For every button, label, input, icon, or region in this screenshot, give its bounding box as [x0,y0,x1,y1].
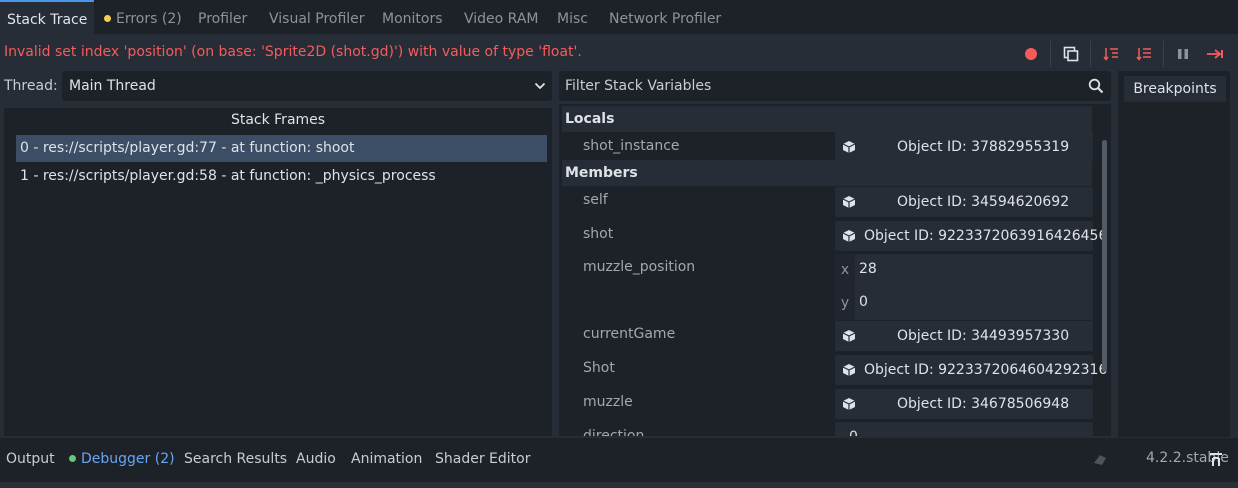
object-cube-icon [842,141,856,153]
toolbar-divider [1163,41,1164,67]
continue-icon [1207,49,1223,59]
search-icon[interactable] [1088,78,1104,94]
stack-variables-inspector: Locals shot_instance Object ID: 37882955… [559,104,1111,436]
property-value-object[interactable]: Object ID: 37882955319 [835,132,1093,162]
status-dot-icon [69,455,76,462]
step-into-icon [1103,48,1118,61]
copy-icon [1063,46,1079,62]
record-icon [1025,48,1037,60]
expand-panel-icon[interactable] [1208,452,1224,468]
members-section-header[interactable]: Members [562,160,1092,186]
breakpoints-header[interactable]: Breakpoints [1124,76,1226,102]
copy-error-button[interactable] [1058,41,1084,67]
bottom-tab-audio[interactable]: Audio [296,451,336,467]
step-over-icon [1136,48,1151,61]
property-value-object[interactable]: Object ID: 34493957330 [835,321,1093,351]
bottom-tab-output[interactable]: Output [6,451,55,467]
object-cube-icon [842,330,856,342]
property-value-number[interactable]: 0 [835,422,1093,436]
thread-select[interactable]: Main Thread [62,71,552,101]
object-cube-icon [842,196,856,208]
property-value-object[interactable]: Object ID: 9223372063916426456 [835,221,1107,251]
property-name: shot_instance [583,138,680,154]
inspector-scrollbar[interactable] [1102,140,1107,372]
breakpoints-panel: Breakpoints [1118,71,1230,437]
update-spinner-icon [1094,455,1106,465]
property-name: muzzle [583,394,633,410]
stack-frame-item[interactable]: 1 - res://scripts/player.gd:58 - at func… [16,163,547,190]
error-message: Invalid set index 'position' (on base: '… [4,44,582,60]
locals-section-header[interactable]: Locals [562,106,1092,132]
toolbar-divider [1090,41,1091,67]
vector-x-field[interactable]: x 28 [835,254,1093,287]
axis-y-label: y [835,287,855,320]
thread-select-value: Main Thread [69,78,156,94]
tab-monitors[interactable]: Monitors [382,0,443,34]
stack-frame-item[interactable]: 0 - res://scripts/player.gd:77 - at func… [16,135,547,162]
step-over-button[interactable] [1131,41,1157,67]
vector-y-field[interactable]: y 0 [835,287,1093,320]
property-name: currentGame [583,326,676,342]
tab-network-profiler[interactable]: Network Profiler [609,0,721,34]
tab-video-ram[interactable]: Video RAM [464,0,539,34]
property-value-object[interactable]: Object ID: 9223372064604292316 [835,355,1107,385]
object-cube-icon [842,398,856,410]
property-value-object[interactable]: Object ID: 34594620692 [835,187,1093,217]
stack-trace-panel: Invalid set index 'position' (on base: '… [0,34,1238,438]
property-name: direction [583,428,645,436]
chevron-down-icon [534,82,546,90]
property-value-object[interactable]: Object ID: 34678506948 [835,389,1093,419]
thread-label: Thread: [4,78,58,94]
object-cube-icon [842,364,856,376]
vector-x-value: 28 [859,261,877,277]
property-name: muzzle_position [583,259,696,275]
axis-x-label: x [835,254,855,287]
vector-y-value: 0 [859,294,868,310]
window-bottom-edge [0,482,1238,488]
tab-stack-trace[interactable]: Stack Trace [0,0,95,34]
tab-profiler[interactable]: Profiler [198,0,247,34]
debugger-tab-bar: Stack Trace Errors (2) Profiler Visual P… [0,0,1238,34]
continue-button[interactable] [1202,41,1228,67]
property-name: Shot [583,360,615,376]
toolbar-divider [1050,41,1051,67]
filter-stack-variables [559,71,1111,101]
object-cube-icon [842,230,856,242]
pause-button[interactable] [1170,41,1196,67]
tab-misc[interactable]: Misc [557,0,588,34]
stack-frames-tree: Stack Frames 0 - res://scripts/player.gd… [4,108,552,436]
bottom-tab-animation[interactable]: Animation [351,451,422,467]
bottom-panel-bar: Output Debugger (2) Search Results Audio… [0,438,1238,482]
property-name: self [583,192,608,208]
tab-errors[interactable]: Errors (2) [104,0,182,34]
bottom-tab-shader-editor[interactable]: Shader Editor [435,451,530,467]
step-into-button[interactable] [1098,41,1124,67]
property-name: shot [583,226,614,242]
tab-visual-profiler[interactable]: Visual Profiler [269,0,365,34]
bottom-tab-debugger[interactable]: Debugger (2) [69,451,175,467]
pause-icon [1178,49,1188,59]
stack-frames-header: Stack Frames [230,112,326,128]
bottom-tab-search-results[interactable]: Search Results [184,451,287,467]
filter-stack-variables-input[interactable] [559,71,1079,101]
record-button[interactable] [1018,41,1044,67]
warning-dot-icon [104,15,111,22]
